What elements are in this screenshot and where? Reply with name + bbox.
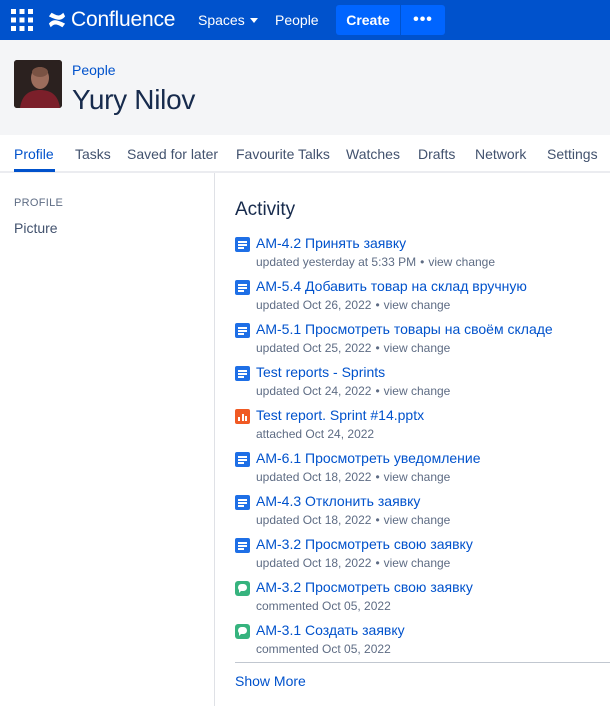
- view-change-link[interactable]: view change: [384, 513, 451, 527]
- sidebar-heading: PROFILE: [14, 197, 64, 209]
- tab-network[interactable]: Network: [475, 146, 526, 162]
- top-navigation: Confluence Spaces People Create •••: [0, 0, 610, 40]
- activity-item-meta: updated Oct 18, 2022 • view change: [256, 513, 450, 527]
- activity-divider: [235, 662, 610, 663]
- activity-item-title[interactable]: AM-6.1 Просмотреть уведомление: [256, 450, 481, 466]
- activity-item: AM-3.1 Создать заявку commented Oct 05, 2…: [235, 622, 610, 662]
- tab-watches[interactable]: Watches: [346, 146, 400, 162]
- page-icon: [235, 237, 250, 252]
- activity-item-title[interactable]: AM-3.2 Просмотреть свою заявку: [256, 536, 473, 552]
- activity-item-date: updated Oct 18, 2022: [256, 470, 372, 484]
- app-switcher-icon[interactable]: [10, 8, 34, 32]
- activity-item-date: updated Oct 26, 2022: [256, 298, 372, 312]
- separator-dot: •: [375, 341, 380, 355]
- activity-item: AM-5.1 Просмотреть товары на своём склад…: [235, 321, 610, 361]
- comment-icon: [235, 581, 250, 596]
- activity-item-title[interactable]: AM-5.1 Просмотреть товары на своём склад…: [256, 321, 553, 337]
- activity-item-date: updated Oct 24, 2022: [256, 384, 372, 398]
- activity-item: AM-3.2 Просмотреть свою заявку commented …: [235, 579, 610, 619]
- activity-item-meta: updated Oct 25, 2022 • view change: [256, 341, 450, 355]
- activity-item-date: updated Oct 18, 2022: [256, 556, 372, 570]
- activity-item: Test reports - Sprints updated Oct 24, 20…: [235, 364, 610, 404]
- view-change-link[interactable]: view change: [384, 384, 451, 398]
- view-change-link[interactable]: view change: [384, 341, 451, 355]
- tab-drafts[interactable]: Drafts: [418, 146, 455, 162]
- activity-item-meta: updated Oct 24, 2022 • view change: [256, 384, 450, 398]
- activity-item-title[interactable]: AM-4.2 Принять заявку: [256, 235, 406, 251]
- activity-item: AM-6.1 Просмотреть уведомление updated Oc…: [235, 450, 610, 490]
- activity-item-date: commented Oct 05, 2022: [256, 642, 391, 656]
- tab-tasks[interactable]: Tasks: [75, 146, 111, 162]
- activity-item: AM-4.3 Отклонить заявку updated Oct 18, 2…: [235, 493, 610, 533]
- more-options-button[interactable]: •••: [400, 5, 445, 35]
- profile-tabs: Profile Tasks Saved for later Favourite …: [0, 135, 610, 173]
- chevron-down-icon: [249, 18, 258, 23]
- activity-item-date: updated Oct 18, 2022: [256, 513, 372, 527]
- page-icon: [235, 538, 250, 553]
- avatar: [14, 60, 62, 108]
- sidebar-divider: [214, 173, 215, 706]
- separator-dot: •: [375, 556, 380, 570]
- activity-item: AM-3.2 Просмотреть свою заявку updated Oc…: [235, 536, 610, 576]
- sidebar-item-picture[interactable]: Picture: [14, 220, 58, 236]
- activity-item-title[interactable]: AM-3.2 Просмотреть свою заявку: [256, 579, 473, 595]
- activity-item-title[interactable]: AM-3.1 Создать заявку: [256, 622, 405, 638]
- activity-item-meta: updated Oct 18, 2022 • view change: [256, 556, 450, 570]
- page-icon: [235, 323, 250, 338]
- view-change-link[interactable]: view change: [384, 470, 451, 484]
- active-tab-indicator: [14, 169, 55, 172]
- page-icon: [235, 495, 250, 510]
- separator-dot: •: [375, 298, 380, 312]
- people-link[interactable]: People: [275, 11, 319, 29]
- activity-item: AM-5.4 Добавить товар на склад вручную up…: [235, 278, 610, 318]
- activity-item: Test report. Sprint #14.pptx attached Oct…: [235, 407, 610, 447]
- page-icon: [235, 280, 250, 295]
- activity-item-meta: commented Oct 05, 2022: [256, 642, 391, 656]
- activity-item-meta: commented Oct 05, 2022: [256, 599, 391, 613]
- activity-item-date: attached Oct 24, 2022: [256, 427, 375, 441]
- activity-item-title[interactable]: AM-4.3 Отклонить заявку: [256, 493, 420, 509]
- activity-item: AM-4.2 Принять заявку updated yesterday a…: [235, 235, 610, 275]
- tab-settings[interactable]: Settings: [547, 146, 598, 162]
- separator-dot: •: [375, 513, 380, 527]
- profile-header: People Yury Nilov: [0, 40, 610, 135]
- comment-icon: [235, 624, 250, 639]
- spaces-label: Spaces: [198, 12, 245, 28]
- activity-item-date: updated yesterday at 5:33 PM: [256, 255, 417, 269]
- activity-item-meta: updated yesterday at 5:33 PM • view change: [256, 255, 495, 269]
- tab-profile[interactable]: Profile: [14, 146, 54, 162]
- view-change-link[interactable]: view change: [428, 255, 495, 269]
- activity-item-date: updated Oct 25, 2022: [256, 341, 372, 355]
- powerpoint-file-icon: [235, 409, 250, 424]
- confluence-logo[interactable]: Confluence: [48, 8, 175, 32]
- view-change-link[interactable]: view change: [384, 298, 451, 312]
- separator-dot: •: [375, 384, 380, 398]
- show-more-link[interactable]: Show More: [235, 673, 306, 689]
- confluence-logo-icon: [48, 12, 66, 28]
- activity-item-title[interactable]: Test reports - Sprints: [256, 364, 385, 380]
- page-icon: [235, 366, 250, 381]
- activity-item-title[interactable]: AM-5.4 Добавить товар на склад вручную: [256, 278, 527, 294]
- activity-heading: Activity: [235, 199, 296, 220]
- logo-text: Confluence: [71, 8, 176, 31]
- create-button[interactable]: Create: [336, 5, 400, 35]
- page-title: Yury Nilov: [72, 84, 196, 115]
- activity-item-date: commented Oct 05, 2022: [256, 599, 391, 613]
- activity-item-meta: attached Oct 24, 2022: [256, 427, 374, 441]
- tab-favourite-talks[interactable]: Favourite Talks: [236, 146, 330, 162]
- separator-dot: •: [375, 470, 380, 484]
- breadcrumb-people[interactable]: People: [72, 62, 116, 78]
- activity-item-title[interactable]: Test report. Sprint #14.pptx: [256, 407, 424, 423]
- activity-item-meta: updated Oct 26, 2022 • view change: [256, 298, 450, 312]
- page-icon: [235, 452, 250, 467]
- tab-saved-for-later[interactable]: Saved for later: [127, 146, 218, 162]
- view-change-link[interactable]: view change: [384, 556, 451, 570]
- spaces-menu[interactable]: Spaces: [198, 11, 258, 29]
- activity-item-meta: updated Oct 18, 2022 • view change: [256, 470, 450, 484]
- separator-dot: •: [420, 255, 425, 269]
